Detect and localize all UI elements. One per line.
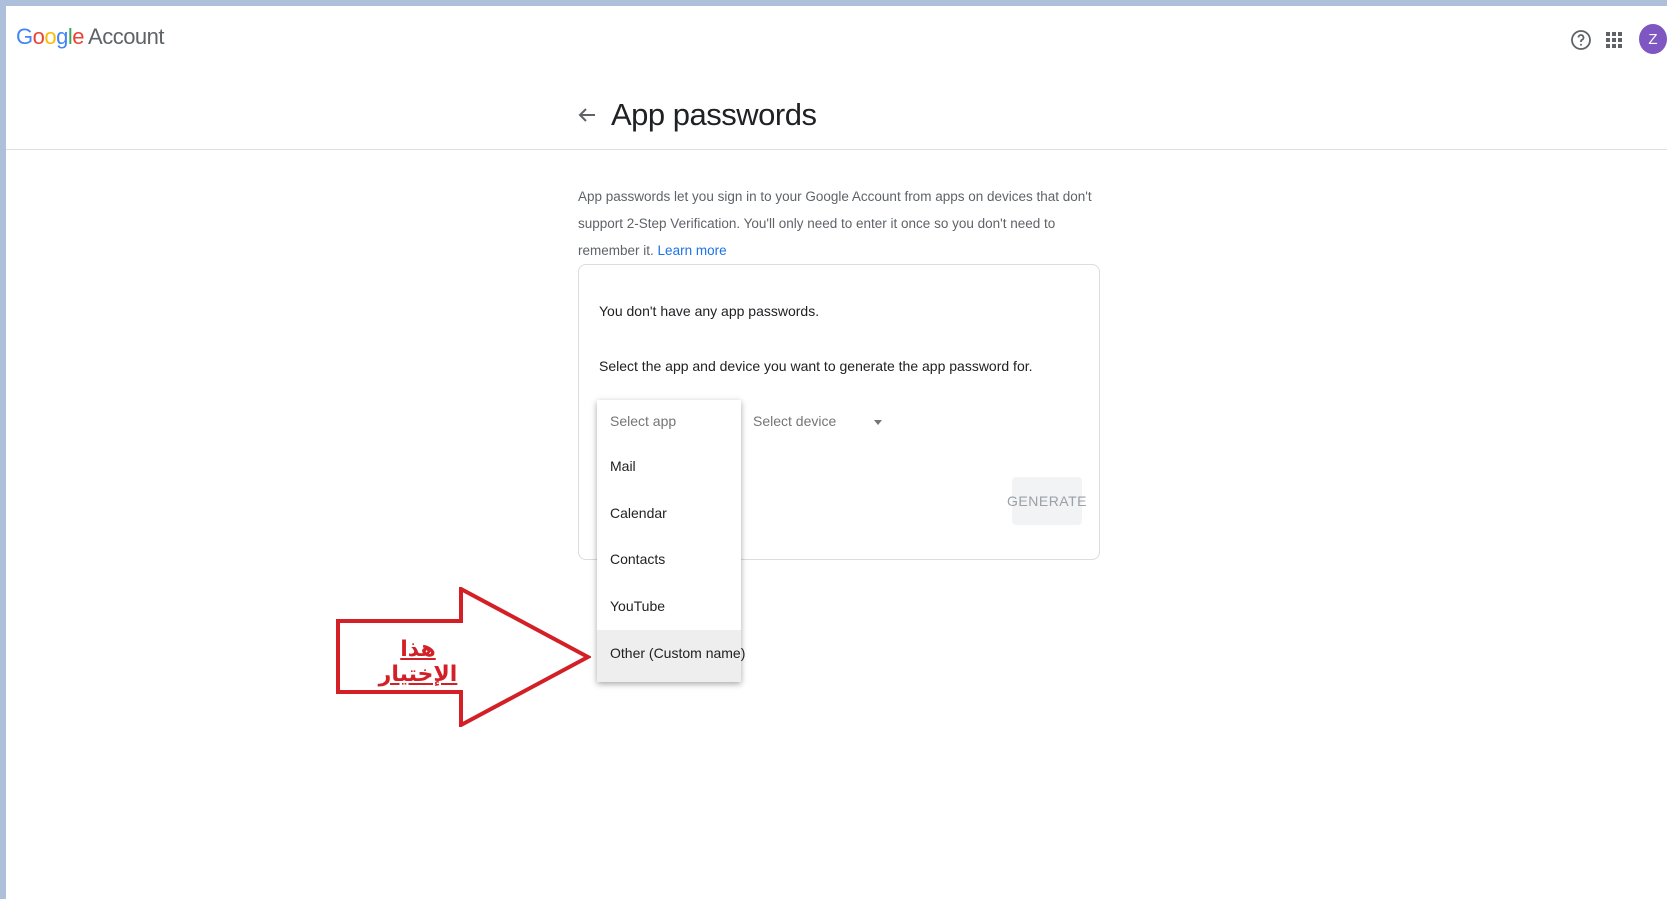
google-account-logo[interactable]: Google Account (16, 24, 165, 50)
option-mail[interactable]: Mail (610, 458, 636, 474)
empty-state-message: You don't have any app passwords. (599, 303, 820, 319)
window-frame-left (0, 0, 6, 899)
help-icon[interactable] (1569, 28, 1593, 52)
generate-button[interactable]: GENERATE (1007, 477, 1087, 525)
logo-word: Account (88, 24, 165, 49)
option-contacts[interactable]: Contacts (610, 551, 665, 567)
apps-grid-icon[interactable] (1602, 28, 1626, 52)
select-instruction: Select the app and device you want to ge… (599, 358, 1033, 374)
header-divider (6, 149, 1667, 150)
dropdown-caret-icon (874, 420, 882, 425)
back-arrow-icon[interactable] (575, 103, 599, 127)
page-header: App passwords (575, 95, 817, 135)
option-other-custom-name[interactable]: Other (Custom name) (610, 645, 745, 661)
select-app-dropdown-menu: Select app Mail Calendar Contacts YouTub… (597, 400, 745, 682)
option-youtube[interactable]: YouTube (610, 598, 665, 614)
annotation-label: هذا الإختيار (378, 637, 458, 687)
select-device-placeholder: Select device (753, 413, 837, 429)
option-calendar[interactable]: Calendar (610, 505, 667, 521)
top-bar: Google Account Z (6, 6, 1667, 66)
page-title: App passwords (611, 97, 817, 132)
select-app-placeholder[interactable]: Select app (610, 413, 676, 429)
account-avatar[interactable]: Z (1639, 24, 1667, 54)
learn-more-link[interactable]: Learn more (658, 243, 727, 258)
intro-paragraph: App passwords let you sign in to your Go… (578, 183, 1098, 264)
intro-text: App passwords let you sign in to your Go… (578, 189, 1092, 258)
select-device-dropdown[interactable]: Select device (753, 413, 888, 439)
